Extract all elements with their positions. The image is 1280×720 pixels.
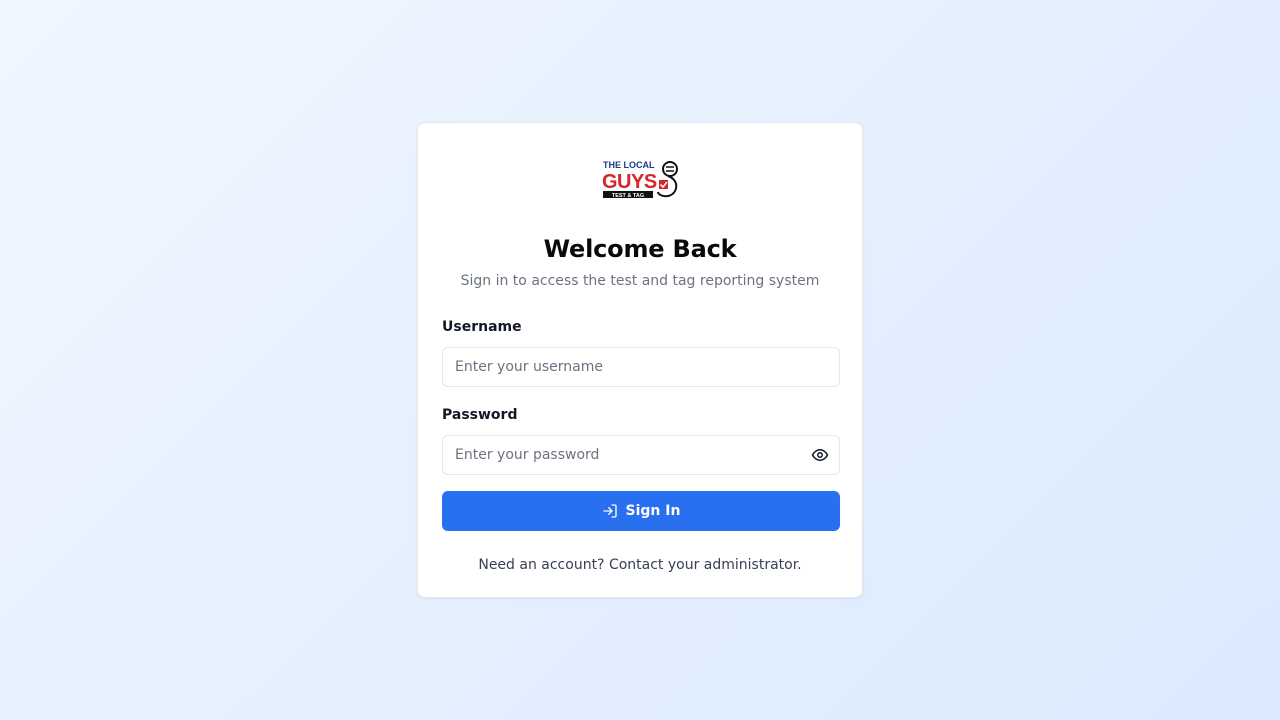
svg-text:TEST & TAG: TEST & TAG <box>612 193 644 199</box>
sign-in-button[interactable]: Sign In <box>442 491 840 531</box>
password-input[interactable] <box>443 436 839 474</box>
company-logo: THE LOCAL GUYS TEST & TAG <box>602 160 678 199</box>
password-label: Password <box>442 407 518 423</box>
page-title: Welcome Back <box>543 235 737 263</box>
login-card: THE LOCAL GUYS TEST & TAG Welcome Back S… <box>417 122 863 598</box>
sign-in-label: Sign In <box>625 503 681 519</box>
username-label: Username <box>442 319 522 335</box>
svg-text:THE LOCAL: THE LOCAL <box>603 160 655 170</box>
eye-icon[interactable] <box>811 446 829 464</box>
log-in-icon <box>602 504 617 518</box>
svg-text:GUYS: GUYS <box>602 171 657 193</box>
account-help-text: Need an account? Contact your administra… <box>478 557 802 573</box>
username-field-wrapper <box>442 347 840 387</box>
page-subtitle: Sign in to access the test and tag repor… <box>460 273 820 289</box>
username-input[interactable] <box>443 348 839 386</box>
password-field-wrapper <box>442 435 840 475</box>
